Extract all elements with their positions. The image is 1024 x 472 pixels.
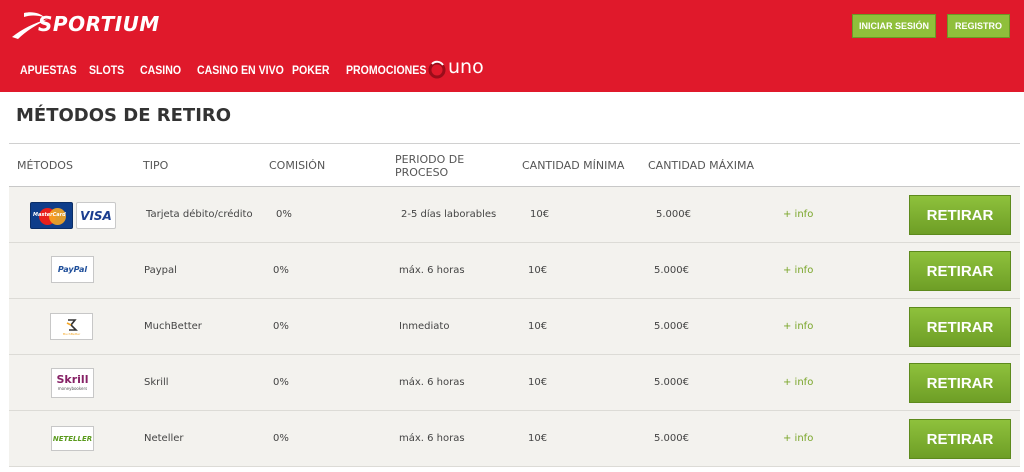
nav-item-apuestas[interactable]: APUESTAS	[20, 58, 77, 82]
cell-type: MuchBetter	[144, 321, 202, 332]
withdraw-button[interactable]: RETIRAR	[909, 419, 1011, 459]
login-button[interactable]: INICIAR SESIÓN	[852, 14, 936, 38]
muchbetter-label: MuchBetter	[62, 331, 81, 336]
cell-period: máx. 6 horas	[399, 265, 465, 276]
cell-type: Skrill	[144, 377, 169, 388]
cell-fee: 0%	[273, 265, 289, 276]
cell-type: Paypal	[144, 265, 177, 276]
visa-label: VISA	[80, 208, 112, 223]
cell-period: máx. 6 horas	[399, 433, 465, 444]
table-row: Skrill moneybookers Skrill 0% máx. 6 hor…	[9, 355, 1020, 411]
mastercard-visa-logo: MasterCard VISA	[30, 202, 116, 230]
mastercard-label: MasterCard	[33, 212, 66, 218]
cell-period: 2-5 días laborables	[401, 209, 497, 220]
table-row: NETELLER Neteller 0% máx. 6 horas 10€ 5.…	[9, 411, 1020, 467]
header-period-line2: PROCESO	[395, 166, 449, 179]
withdraw-button[interactable]: RETIRAR	[909, 195, 1011, 235]
header-max-amount: CANTIDAD MÁXIMA	[648, 159, 754, 172]
cell-max: 5.000€	[654, 433, 689, 444]
skrill-icon: Skrill moneybookers	[51, 368, 94, 398]
cell-fee: 0%	[276, 209, 292, 220]
neteller-label: NETELLER	[52, 434, 93, 443]
skrill-label: Skrill	[56, 373, 89, 386]
register-button[interactable]: REGISTRO	[947, 14, 1010, 38]
cell-fee: 0%	[273, 321, 289, 332]
cell-max: 5.000€	[656, 209, 691, 220]
info-link[interactable]: + info	[783, 411, 813, 467]
table-row: MasterCard VISA Tarjeta débito/crédito 0…	[9, 187, 1020, 243]
table-header: MÉTODOS TIPO COMISIÓN PERIODO DE PROCESO…	[9, 144, 1020, 186]
site-header: SPORTIUM INICIAR SESIÓN REGISTRO APUESTA…	[0, 0, 1024, 92]
withdraw-button[interactable]: RETIRAR	[909, 307, 1011, 347]
sportium-logo[interactable]: SPORTIUM	[10, 9, 159, 41]
nav-item-slots[interactable]: SLOTS	[89, 58, 124, 82]
cell-max: 5.000€	[654, 321, 689, 332]
header-method: MÉTODOS	[17, 159, 73, 172]
cell-min: 10€	[528, 377, 548, 388]
cell-max: 5.000€	[654, 265, 689, 276]
withdraw-button[interactable]: RETIRAR	[909, 251, 1011, 291]
uno-ring-icon	[428, 60, 446, 79]
cell-period: Inmediato	[399, 321, 450, 332]
cell-min: 10€	[530, 209, 550, 220]
header-fee: COMISIÓN	[269, 159, 326, 172]
table-row: MuchBetter MuchBetter 0% Inmediato 10€ 5…	[9, 299, 1020, 355]
info-link[interactable]: + info	[783, 187, 813, 243]
paypal-icon: PayPal	[51, 256, 94, 283]
table-row: PayPal Paypal 0% máx. 6 horas 10€ 5.000€…	[9, 243, 1020, 299]
visa-icon: VISA	[76, 202, 116, 229]
uno-text: UNO	[448, 56, 484, 78]
paypal-label: PayPal	[57, 265, 88, 274]
cell-type: Neteller	[144, 433, 184, 444]
header-min-amount: CANTIDAD MÍNIMA	[522, 159, 625, 172]
mastercard-icon: MasterCard	[30, 202, 73, 229]
muchbetter-mark-icon	[66, 318, 78, 331]
nav-item-casino[interactable]: CASINO	[140, 58, 181, 82]
page-title: MÉTODOS DE RETIRO	[16, 105, 232, 126]
cell-min: 10€	[528, 265, 548, 276]
cell-fee: 0%	[273, 377, 289, 388]
cell-min: 10€	[528, 433, 548, 444]
header-type: TIPO	[143, 159, 169, 172]
uno-logo[interactable]: UNO	[428, 56, 494, 80]
cell-type: Tarjeta débito/crédito	[146, 209, 253, 220]
muchbetter-icon: MuchBetter	[50, 313, 93, 340]
brand-name: SPORTIUM	[38, 12, 160, 36]
cell-min: 10€	[528, 321, 548, 332]
nav-item-promociones[interactable]: PROMOCIONES	[346, 58, 426, 82]
nav-item-poker[interactable]: POKER	[292, 58, 330, 82]
info-link[interactable]: + info	[783, 355, 813, 411]
cell-max: 5.000€	[654, 377, 689, 388]
info-link[interactable]: + info	[783, 243, 813, 299]
cell-period: máx. 6 horas	[399, 377, 465, 388]
cell-fee: 0%	[273, 433, 289, 444]
moneybookers-label: moneybookers	[57, 386, 88, 391]
info-link[interactable]: + info	[783, 299, 813, 355]
header-period-line1: PERIODO DE	[395, 153, 465, 166]
withdrawal-methods-panel: MÉTODOS DE RETIRO MÉTODOS TIPO COMISIÓN …	[9, 95, 1020, 472]
neteller-icon: NETELLER	[51, 426, 94, 451]
withdraw-button[interactable]: RETIRAR	[909, 363, 1011, 403]
nav-item-casino-en-vivo[interactable]: CASINO EN VIVO	[197, 58, 284, 82]
